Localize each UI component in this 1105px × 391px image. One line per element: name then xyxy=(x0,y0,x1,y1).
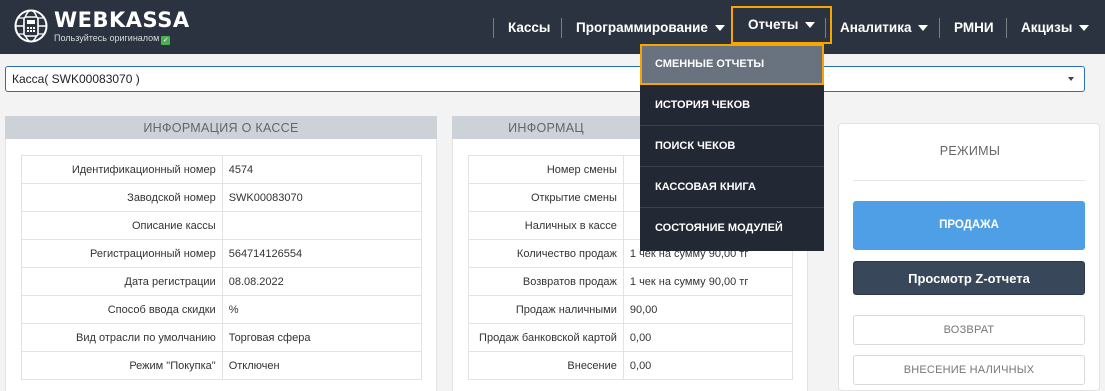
nav-divider xyxy=(561,18,562,38)
menu-item-shift-reports[interactable]: СМЕННЫЕ ОТЧЕТЫ xyxy=(640,44,824,85)
table-row: Описание кассы xyxy=(21,211,423,240)
table-row: Режим "Покупка" Отключен xyxy=(21,351,423,380)
row-value: 1 чек на сумму 90,00 тг xyxy=(622,267,794,296)
row-label: Номер смены xyxy=(468,155,624,184)
brand-name: WEBKASSA xyxy=(54,8,190,32)
nav-label: Кассы xyxy=(508,20,551,35)
nav-label: Программирование xyxy=(576,20,708,35)
nav-divider xyxy=(939,18,940,38)
kassa-select-value: Касса( SWK00083070 ) xyxy=(12,72,140,86)
nav-divider xyxy=(493,18,494,38)
nav-label: РМНИ xyxy=(954,20,994,35)
caret-down-icon xyxy=(714,25,725,31)
nav-item-rmni[interactable]: РМНИ xyxy=(954,14,994,41)
menu-item-cash-book[interactable]: КАССОВАЯ КНИГА xyxy=(640,167,824,208)
modes-title: РЕЖИМЫ xyxy=(939,144,1001,158)
return-button[interactable]: ВОЗВРАТ xyxy=(853,315,1085,345)
table-row: Идентификационный номер 4574 xyxy=(21,155,423,184)
nav-item-analytics[interactable]: Аналитика xyxy=(840,14,929,41)
chevron-down-icon xyxy=(1068,77,1074,81)
row-value: 564714126554 xyxy=(221,239,423,268)
row-value: Отключен xyxy=(221,351,423,380)
divider xyxy=(853,180,1085,181)
nav-label: Отчеты xyxy=(748,17,799,32)
sale-button[interactable]: ПРОДАЖА xyxy=(853,201,1085,250)
caret-down-icon xyxy=(918,25,929,31)
row-label: Внесение xyxy=(468,351,624,380)
row-label: Наличных в кассе xyxy=(468,211,624,240)
row-label: Количество продаж xyxy=(468,239,624,268)
row-label: Регистрационный номер xyxy=(21,239,223,268)
table-row: Дата регистрации 08.08.2022 xyxy=(21,267,423,296)
row-label: Способ ввода скидки xyxy=(21,295,223,324)
shift-info-title: ИНФОРМАЦ xyxy=(452,116,640,139)
table-row: Возвратов продаж 1 чек на сумму 90,00 тг xyxy=(468,267,794,296)
row-label: Заводской номер xyxy=(21,183,223,212)
row-value: 90,00 xyxy=(622,295,794,324)
table-row: Внесение 0,00 xyxy=(468,351,794,380)
kassa-info-panel: Идентификационный номер 4574 Заводской ном… xyxy=(5,139,437,391)
nav-item-kassy[interactable]: Кассы xyxy=(508,14,550,41)
nav-item-excise[interactable]: Акцизы xyxy=(1021,14,1090,41)
row-value: 08.08.2022 xyxy=(221,267,423,296)
tagline-text: Пользуйтесь оригиналом xyxy=(54,33,160,43)
nav-label: Акцизы xyxy=(1021,20,1073,35)
row-label: Открытие смены xyxy=(468,183,624,212)
row-label: Вид отрасли по умолчанию xyxy=(21,323,223,352)
row-label: Продаж наличными xyxy=(468,295,624,324)
kassa-info-table: Идентификационный номер 4574 Заводской ном… xyxy=(21,155,423,380)
webkassa-logo-icon xyxy=(14,9,48,43)
row-value: 0,00 xyxy=(622,351,794,380)
top-navbar: WEBKASSA Пользуйтесь оригиналом ✓ Кассы П… xyxy=(0,0,1105,54)
table-row: Вид отрасли по умолчанию Торговая сфера xyxy=(21,323,423,352)
table-row: Продаж банковской картой 0,00 xyxy=(468,323,794,352)
row-value: 4574 xyxy=(221,155,423,184)
row-value: Торговая сфера xyxy=(221,323,423,352)
row-value xyxy=(221,211,423,240)
table-row: Регистрационный номер 564714126554 xyxy=(21,239,423,268)
nav-label: Аналитика xyxy=(840,20,912,35)
menu-item-module-status[interactable]: СОСТОЯНИЕ МОДУЛЕЙ xyxy=(640,208,824,249)
row-value: % xyxy=(221,295,423,324)
menu-item-receipt-history[interactable]: ИСТОРИЯ ЧЕКОВ xyxy=(640,85,824,126)
kassa-select[interactable]: Касса( SWK00083070 ) xyxy=(5,66,1085,92)
table-row: Заводской номер SWK00083070 xyxy=(21,183,423,212)
nav-item-programming[interactable]: Программирование xyxy=(576,14,725,41)
table-row: Способ ввода скидки% xyxy=(21,295,423,324)
row-label: Режим "Покупка" xyxy=(21,351,223,380)
row-label: Описание кассы xyxy=(21,211,223,240)
menu-item-receipt-search[interactable]: ПОИСК ЧЕКОВ xyxy=(640,126,824,167)
row-value: 0,00 xyxy=(622,323,794,352)
nav-divider xyxy=(825,18,826,38)
modes-panel: РЕЖИМЫ ПРОДАЖА Просмотр Z-отчета ВОЗВРАТ… xyxy=(838,123,1100,391)
row-label: Дата регистрации xyxy=(21,267,223,296)
caret-down-icon xyxy=(805,22,816,28)
z-report-button[interactable]: Просмотр Z-отчета xyxy=(853,261,1085,295)
nav-divider xyxy=(1006,18,1007,38)
caret-down-icon xyxy=(1079,25,1090,31)
table-row: Продаж наличными 90,00 xyxy=(468,295,794,324)
reports-dropdown-menu: СМЕННЫЕ ОТЧЕТЫ ИСТОРИЯ ЧЕКОВ ПОИСК ЧЕКОВ… xyxy=(640,44,824,251)
row-label: Возвратов продаж xyxy=(468,267,624,296)
row-label: Идентификационный номер xyxy=(21,155,223,184)
cash-in-button[interactable]: ВНЕСЕНИЕ НАЛИЧНЫХ xyxy=(853,355,1085,385)
brand-tagline: Пользуйтесь оригиналом ✓ xyxy=(54,33,171,45)
row-label: Продаж банковской картой xyxy=(468,323,624,352)
kassa-info-title: ИНФОРМАЦИЯ О КАССЕ xyxy=(5,116,437,139)
row-value: SWK00083070 xyxy=(221,183,423,212)
nav-item-reports[interactable]: Отчеты xyxy=(731,6,833,44)
checkmark-icon: ✓ xyxy=(161,36,171,45)
